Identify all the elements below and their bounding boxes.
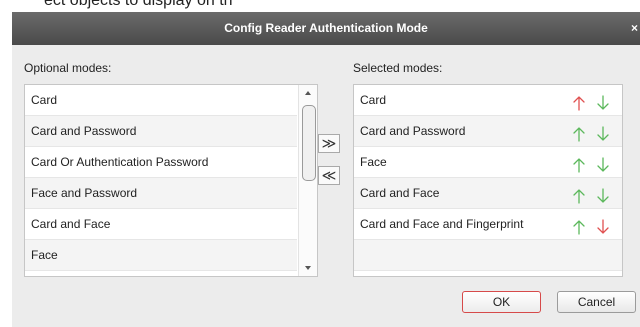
selected-mode-item[interactable]: Card and Face: [354, 178, 622, 209]
selected-mode-label: Face: [360, 155, 387, 169]
add-mode-button[interactable]: ≫: [318, 134, 340, 153]
selected-mode-label: Card and Face and Fingerprint: [360, 217, 524, 231]
scrollbar-thumb[interactable]: [302, 105, 316, 181]
background-window-strip: ect objects to display on th: [0, 0, 640, 12]
optional-modes-list: Card Card and Password Card Or Authenticat…: [24, 84, 318, 277]
ok-button[interactable]: OK: [462, 291, 541, 313]
selected-mode-label: Card and Face: [360, 186, 440, 200]
move-up-arrow-icon[interactable]: [572, 123, 586, 142]
optional-mode-item[interactable]: Card and Password: [25, 116, 297, 147]
dialog-titlebar: Config Reader Authentication Mode ×: [12, 12, 640, 45]
move-up-arrow-icon[interactable]: [572, 92, 586, 111]
optional-modes-scrollbar[interactable]: [298, 85, 317, 276]
move-up-arrow-icon[interactable]: [572, 154, 586, 173]
empty-list-row: [354, 240, 622, 271]
scroll-down-icon[interactable]: [305, 266, 311, 270]
selected-mode-item[interactable]: Card and Face and Fingerprint: [354, 209, 622, 240]
move-down-arrow-icon[interactable]: [596, 216, 610, 234]
close-icon[interactable]: ×: [631, 12, 638, 45]
selected-mode-item[interactable]: Card: [354, 85, 622, 116]
move-down-arrow-icon[interactable]: [596, 154, 610, 172]
config-auth-mode-dialog: Config Reader Authentication Mode × Opti…: [12, 12, 640, 327]
move-down-arrow-icon[interactable]: [596, 123, 610, 141]
scroll-up-icon[interactable]: [305, 91, 311, 95]
cancel-button[interactable]: Cancel: [557, 291, 636, 313]
selected-modes-label: Selected modes:: [353, 61, 443, 75]
optional-modes-label: Optional modes:: [24, 61, 112, 75]
selected-mode-label: Card: [360, 93, 387, 107]
optional-mode-item[interactable]: Face: [25, 240, 297, 271]
optional-mode-item[interactable]: Card and Face: [25, 209, 297, 240]
move-down-arrow-icon[interactable]: [596, 185, 610, 203]
selected-modes-list: Card Card and Password Face Card and Face Ca…: [353, 84, 623, 277]
optional-mode-item[interactable]: Card Or Authentication Password: [25, 147, 297, 178]
remove-mode-button[interactable]: ≪: [318, 166, 340, 185]
move-up-arrow-icon[interactable]: [572, 216, 586, 235]
selected-mode-label: Card and Password: [360, 124, 466, 138]
move-down-arrow-icon[interactable]: [596, 92, 610, 110]
background-partial-text: ect objects to display on th: [44, 0, 233, 9]
selected-mode-item[interactable]: Card and Password: [354, 116, 622, 147]
optional-mode-item[interactable]: Card: [25, 85, 297, 116]
move-up-arrow-icon[interactable]: [572, 185, 586, 204]
selected-mode-item[interactable]: Face: [354, 147, 622, 178]
optional-mode-item[interactable]: Face and Password: [25, 178, 297, 209]
dialog-title: Config Reader Authentication Mode: [224, 21, 428, 35]
